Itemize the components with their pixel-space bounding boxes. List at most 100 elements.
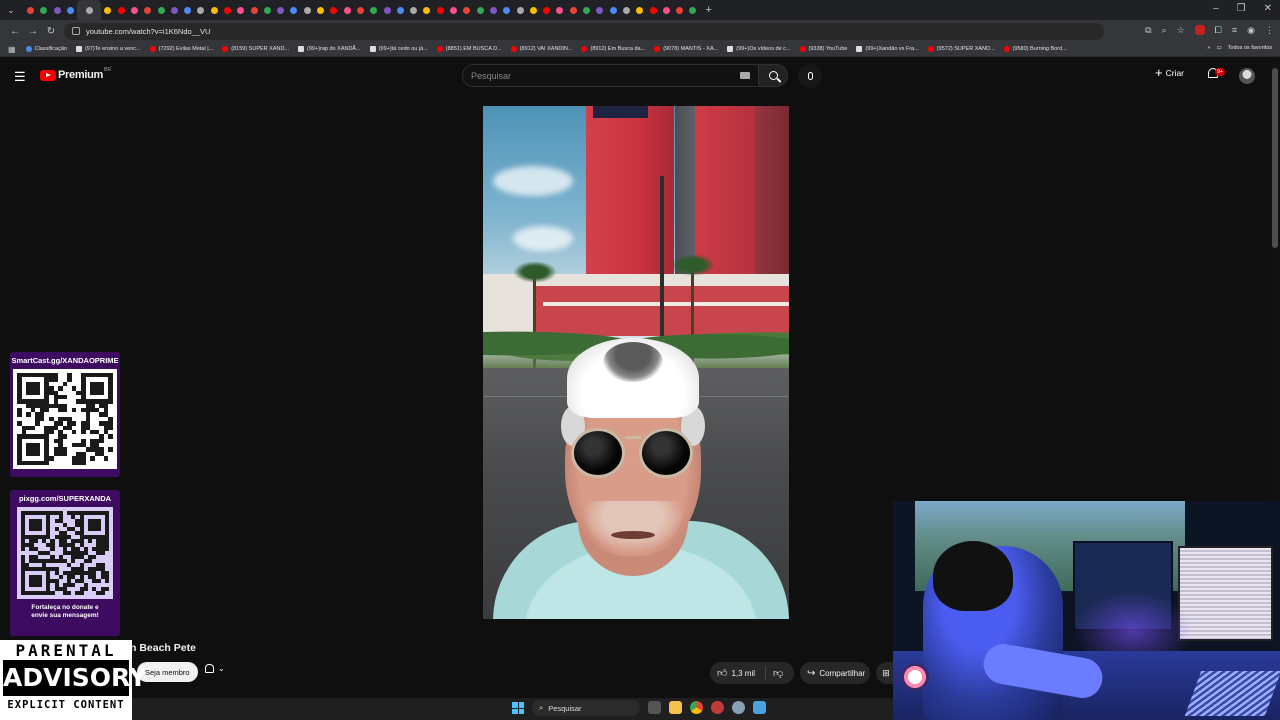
browser-tab[interactable] xyxy=(208,0,221,20)
close-icon[interactable]: ✕ xyxy=(1264,3,1272,14)
chrome-icon[interactable] xyxy=(690,701,703,714)
bookmark-star-icon[interactable]: ☆ xyxy=(1177,25,1185,36)
browser-tab[interactable] xyxy=(407,0,420,20)
maximize-icon[interactable]: ❐ xyxy=(1237,3,1246,14)
browser-tab[interactable] xyxy=(141,0,154,20)
browser-tab[interactable] xyxy=(580,0,593,20)
browser-tab[interactable] xyxy=(234,0,247,20)
browser-tab[interactable] xyxy=(553,0,566,20)
search-button[interactable] xyxy=(758,64,788,87)
bookmark-item[interactable]: (9580) Burning Bord... xyxy=(1003,46,1067,52)
browser-tab[interactable] xyxy=(114,0,127,20)
browser-tab[interactable] xyxy=(24,0,37,20)
bookmark-item[interactable]: (9338) YouTube xyxy=(799,46,847,52)
browser-tab[interactable] xyxy=(660,0,673,20)
voice-search-button[interactable] xyxy=(798,64,822,88)
browser-tab[interactable] xyxy=(64,0,77,20)
youtube-logo[interactable]: Premium BR xyxy=(40,67,111,81)
app-icon[interactable] xyxy=(753,701,766,714)
browser-tab[interactable] xyxy=(673,0,686,20)
bookmark-item[interactable]: (8851) EM BUSCA D... xyxy=(436,46,502,52)
browser-tab[interactable] xyxy=(434,0,447,20)
search-input[interactable]: Pesquisar xyxy=(462,64,758,87)
browser-tab[interactable] xyxy=(181,0,194,20)
browser-tab[interactable] xyxy=(194,0,207,20)
media-icon[interactable]: ≡ xyxy=(1232,25,1237,36)
all-bookmarks[interactable]: » ▭ Todos os favoritos xyxy=(1207,45,1272,51)
install-app-icon[interactable]: ⧉ xyxy=(1145,25,1151,36)
bookmark-item[interactable]: (8912) VAI XANDIN... xyxy=(510,46,572,52)
browser-tab[interactable] xyxy=(354,0,367,20)
bookmark-item[interactable]: (9078) MANTIS - XA... xyxy=(654,46,718,52)
browser-tab[interactable] xyxy=(77,0,102,20)
browser-tab[interactable] xyxy=(128,0,141,20)
bookmark-item[interactable]: (99+)tá cedo ou já... xyxy=(369,46,428,52)
browser-tab[interactable] xyxy=(261,0,274,20)
browser-tab[interactable] xyxy=(341,0,354,20)
browser-tab[interactable] xyxy=(513,0,526,20)
browser-tab[interactable] xyxy=(247,0,260,20)
browser-tab[interactable] xyxy=(527,0,540,20)
browser-tab[interactable] xyxy=(420,0,433,20)
windows-start-icon[interactable] xyxy=(512,702,524,714)
extensions-puzzle-icon[interactable]: ⧠ xyxy=(1215,25,1222,36)
browser-tab[interactable] xyxy=(620,0,633,20)
browser-tab[interactable] xyxy=(460,0,473,20)
more-bookmarks-icon[interactable]: » xyxy=(1207,45,1210,51)
browser-tab[interactable] xyxy=(274,0,287,20)
site-info-icon[interactable] xyxy=(72,27,80,35)
like-button[interactable]: 👍︎ 1,3 mil xyxy=(710,666,766,680)
browser-tab[interactable] xyxy=(487,0,500,20)
browser-tab[interactable] xyxy=(540,0,553,20)
dislike-button[interactable]: 👎︎ xyxy=(766,667,783,679)
minimize-icon[interactable]: – xyxy=(1213,3,1219,14)
browser-tab[interactable] xyxy=(287,0,300,20)
browser-tab[interactable] xyxy=(447,0,460,20)
bookmark-item[interactable]: (7292) Evilas Metal |... xyxy=(149,46,213,52)
bookmark-item[interactable]: (99+)Xandão vs Fra... xyxy=(856,46,919,52)
new-tab-button[interactable]: + xyxy=(706,4,712,16)
bookmark-item[interactable]: (97)Te ensino a venc... xyxy=(75,46,141,52)
reload-icon[interactable]: ↻ xyxy=(42,26,60,37)
bookmark-item[interactable]: (99+)Os vídeos de c... xyxy=(727,46,791,52)
browser-tab[interactable] xyxy=(327,0,340,20)
zoom-icon[interactable]: ⌕ xyxy=(1162,25,1167,36)
browser-tab[interactable] xyxy=(380,0,393,20)
browser-tab[interactable] xyxy=(37,0,50,20)
browser-tab[interactable] xyxy=(314,0,327,20)
browser-tab[interactable] xyxy=(633,0,646,20)
taskbar-search[interactable]: ⌕ Pesquisar xyxy=(532,700,640,716)
bookmark-item[interactable]: (99+)rap do XANDÃ... xyxy=(298,46,361,52)
url-input[interactable]: youtube.com/watch?v=i1K6Ndo__VU xyxy=(64,22,1104,40)
browser-tab[interactable] xyxy=(367,0,380,20)
share-button[interactable]: ↪ Compartilhar xyxy=(800,662,870,684)
avatar[interactable] xyxy=(1239,68,1255,84)
settings-icon[interactable] xyxy=(732,701,745,714)
subscription-bell-button[interactable]: ⌄ xyxy=(205,664,225,673)
browser-tab[interactable] xyxy=(567,0,580,20)
browser-tab[interactable] xyxy=(301,0,314,20)
browser-tab[interactable] xyxy=(154,0,167,20)
app-icon[interactable] xyxy=(711,701,724,714)
video-player[interactable] xyxy=(483,106,789,619)
tab-search-icon[interactable]: ⌄ xyxy=(4,3,18,17)
profile-icon[interactable]: ◉ xyxy=(1247,25,1255,36)
browser-tab[interactable] xyxy=(686,0,699,20)
browser-tab[interactable] xyxy=(606,0,619,20)
bookmark-item[interactable]: Classificação xyxy=(25,46,67,52)
browser-tab[interactable] xyxy=(51,0,64,20)
apps-grid-icon[interactable]: ▦ xyxy=(8,45,16,54)
bookmark-item[interactable]: (9572) SUPER XAND... xyxy=(927,46,995,52)
browser-tab[interactable] xyxy=(101,0,114,20)
back-icon[interactable]: ← xyxy=(6,26,24,37)
hamburger-menu-icon[interactable]: ☰ xyxy=(14,69,26,85)
scrollbar-thumb[interactable] xyxy=(1272,68,1278,248)
menu-icon[interactable]: ⋮ xyxy=(1265,25,1274,36)
browser-tab[interactable] xyxy=(500,0,513,20)
extension-icon[interactable] xyxy=(1194,25,1205,35)
browser-tab[interactable] xyxy=(593,0,606,20)
browser-tab[interactable] xyxy=(474,0,487,20)
bookmark-item[interactable]: (8912) Em Busca da... xyxy=(581,46,645,52)
file-explorer-icon[interactable] xyxy=(669,701,682,714)
browser-tab[interactable] xyxy=(168,0,181,20)
